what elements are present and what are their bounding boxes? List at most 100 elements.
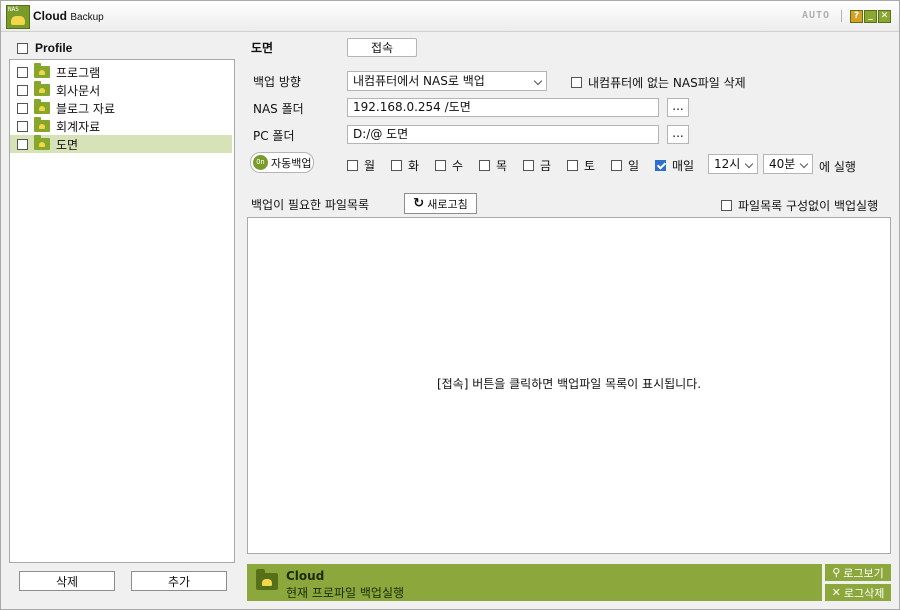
skip-list-option[interactable]: 파일목록 구성없이 백업실행: [721, 197, 878, 214]
day-checkbox[interactable]: [567, 160, 578, 171]
profile-item-label: 회사문서: [56, 83, 101, 98]
delete-missing-checkbox[interactable]: [571, 77, 582, 88]
profile-item[interactable]: 프로그램: [10, 63, 232, 81]
profile-item-checkbox[interactable]: [17, 84, 28, 96]
connect-button[interactable]: 접속: [347, 38, 417, 57]
nas-logo-icon: NAS: [6, 5, 30, 29]
delete-missing-option[interactable]: 내컴퓨터에 없는 NAS파일 삭제: [571, 74, 746, 91]
close-button[interactable]: ✕: [878, 10, 891, 23]
hour-select[interactable]: 12시: [708, 154, 758, 174]
toggle-knob: On: [253, 155, 268, 170]
day-checkbox[interactable]: [347, 160, 358, 171]
day-checkbox[interactable]: [655, 160, 666, 171]
logo-text: NAS: [8, 6, 19, 13]
delete-profile-button[interactable]: 삭제: [19, 571, 115, 591]
minute-value: 40분: [769, 157, 796, 171]
chevron-down-icon: [533, 76, 543, 86]
refresh-icon: ↻: [413, 196, 425, 211]
skip-list-label: 파일목록 구성없이 백업실행: [738, 199, 879, 213]
profile-item[interactable]: 블로그 자료: [10, 99, 232, 117]
chevron-down-icon: [744, 159, 754, 169]
direction-value: 내컴퓨터에서 NAS로 백업: [353, 74, 485, 88]
auto-mode-label[interactable]: AUTO: [802, 10, 830, 21]
close-icon: ✕: [831, 586, 841, 599]
day-option[interactable]: 토: [567, 157, 595, 174]
day-option[interactable]: 수: [435, 157, 463, 174]
refresh-button[interactable]: ↻ 새로고침: [404, 193, 477, 214]
profile-item-checkbox[interactable]: [17, 102, 28, 114]
cloud-icon: [11, 16, 25, 25]
profile-item[interactable]: 회사문서: [10, 81, 232, 99]
hour-value: 12시: [714, 157, 741, 171]
day-label: 일: [628, 159, 640, 173]
day-checkbox[interactable]: [611, 160, 622, 171]
titlebar-divider: [841, 10, 842, 22]
day-checkbox[interactable]: [479, 160, 490, 171]
log-view-button[interactable]: ⚲ 로그보기: [825, 564, 891, 581]
status-bar: Cloud 현재 프로파일 백업실행: [247, 564, 822, 601]
title-bar[interactable]: NAS Cloud Backup AUTO ? _ ✕: [1, 1, 899, 32]
pc-folder-label: PC 폴더: [253, 129, 295, 143]
app-window: NAS Cloud Backup AUTO ? _ ✕ Profile 프로그램…: [0, 0, 900, 610]
folder-icon: [34, 117, 50, 132]
help-button[interactable]: ?: [850, 10, 863, 23]
day-option[interactable]: 월: [347, 157, 375, 174]
direction-label: 백업 방향: [253, 75, 301, 89]
folder-icon: [34, 135, 50, 150]
day-label: 매일: [672, 159, 695, 173]
profile-item-label: 회계자료: [56, 119, 101, 134]
direction-select[interactable]: 내컴퓨터에서 NAS로 백업: [347, 71, 547, 91]
day-checkbox[interactable]: [435, 160, 446, 171]
folder-icon: [34, 63, 50, 78]
profile-item-checkbox[interactable]: [17, 138, 28, 150]
file-list[interactable]: [접속] 버튼을 클릭하면 백업파일 목록이 표시됩니다.: [247, 217, 891, 554]
add-profile-button[interactable]: 추가: [131, 571, 227, 591]
log-delete-button[interactable]: ✕ 로그삭제: [825, 584, 891, 601]
empty-list-message: [접속] 버튼을 클릭하면 백업파일 목록이 표시됩니다.: [436, 377, 702, 391]
profile-item-checkbox[interactable]: [17, 120, 28, 132]
file-list-title: 백업이 필요한 파일목록: [251, 198, 370, 212]
minute-select[interactable]: 40분: [763, 154, 813, 174]
log-delete-label: 로그삭제: [843, 586, 885, 600]
nas-folder-label: NAS 폴더: [253, 102, 304, 116]
profile-item[interactable]: 도면: [10, 135, 232, 153]
nas-folder-browse-button[interactable]: ...: [667, 98, 689, 117]
profile-item-label: 프로그램: [56, 65, 101, 80]
skip-list-checkbox[interactable]: [721, 200, 732, 211]
day-option[interactable]: 매일: [655, 157, 694, 174]
day-option[interactable]: 화: [391, 157, 419, 174]
pc-folder-browse-button[interactable]: ...: [667, 125, 689, 144]
profile-title: 도면: [251, 41, 274, 55]
status-text: 현재 프로파일 백업실행: [286, 586, 405, 600]
profile-header: Profile: [17, 38, 72, 58]
app-name: Cloud: [33, 9, 67, 23]
auto-backup-toggle[interactable]: On 자동백업: [250, 152, 314, 173]
pc-folder-input[interactable]: D:/@ 도면: [347, 125, 659, 144]
day-label: 화: [408, 159, 420, 173]
magnifier-icon: ⚲: [832, 566, 841, 579]
day-option[interactable]: 금: [523, 157, 551, 174]
delete-missing-label: 내컴퓨터에 없는 NAS파일 삭제: [588, 76, 746, 90]
app-name-suffix: Backup: [70, 12, 104, 23]
status-title: Cloud: [286, 569, 325, 583]
profile-panel: Profile 프로그램회사문서블로그 자료회계자료도면 삭제 추가: [9, 37, 235, 599]
folder-icon: [34, 81, 50, 96]
auto-backup-label: 자동백업: [271, 156, 312, 170]
chevron-down-icon: [799, 159, 809, 169]
profile-item[interactable]: 회계자료: [10, 117, 232, 135]
day-label: 목: [496, 159, 508, 173]
select-all-checkbox[interactable]: [17, 42, 28, 54]
day-option[interactable]: 일: [611, 157, 639, 174]
minimize-button[interactable]: _: [864, 10, 877, 23]
nas-folder-input[interactable]: 192.168.0.254 /도면: [347, 98, 659, 117]
day-label: 월: [364, 159, 376, 173]
profile-item-label: 블로그 자료: [56, 101, 116, 116]
profile-item-label: 도면: [56, 137, 79, 152]
profile-item-checkbox[interactable]: [17, 66, 28, 78]
day-checkbox[interactable]: [391, 160, 402, 171]
app-title: Cloud Backup: [33, 9, 104, 23]
day-checkbox[interactable]: [523, 160, 534, 171]
folder-icon: [34, 99, 50, 114]
day-option[interactable]: 목: [479, 157, 507, 174]
run-suffix-label: 에 실행: [819, 160, 856, 174]
